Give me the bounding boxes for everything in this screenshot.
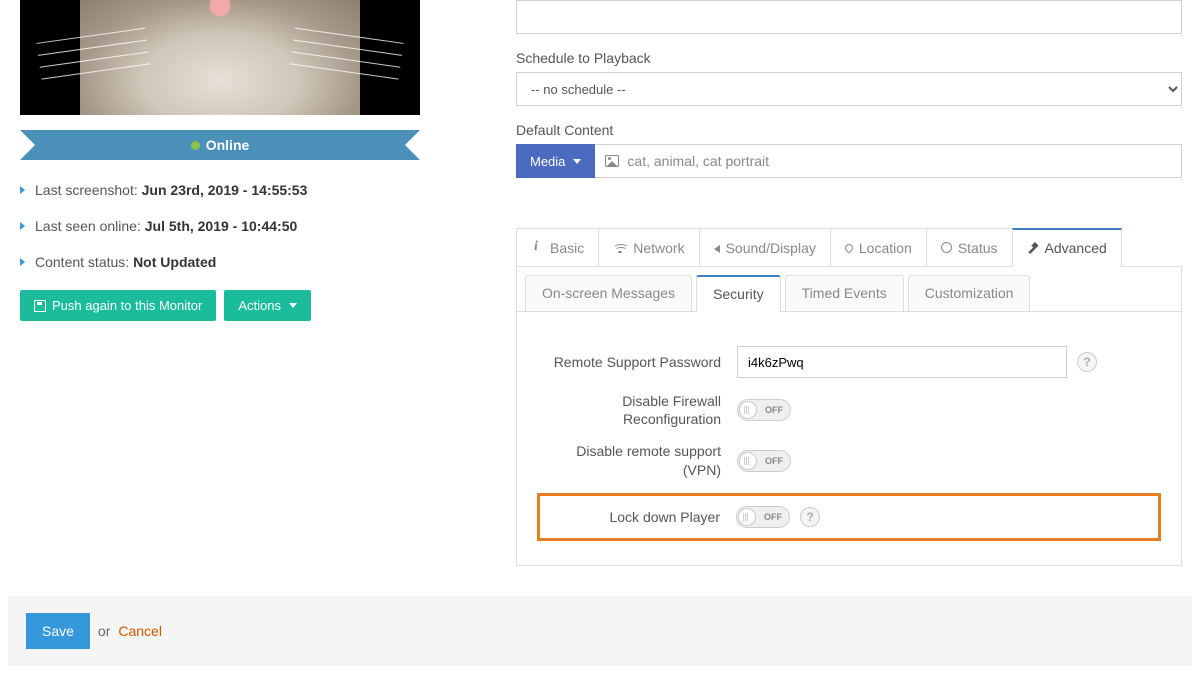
- schedule-label: Schedule to Playback: [516, 50, 1182, 66]
- button-label: Push again to this Monitor: [52, 298, 202, 313]
- or-text: or: [98, 623, 110, 639]
- tab-label: Basic: [550, 240, 584, 256]
- tabs-secondary: On-screen Messages Security Timed Events…: [516, 267, 1182, 311]
- disable-firewall-label: Disable Firewall Reconfiguration: [537, 392, 737, 428]
- wrench-icon: [1027, 242, 1039, 254]
- save-icon: [34, 300, 46, 312]
- meta-value: Jul 5th, 2019 - 10:44:50: [145, 218, 298, 234]
- online-dot-icon: [191, 141, 200, 150]
- tabs-primary: Basic Network Sound/Display Location Sta…: [516, 228, 1182, 267]
- chevron-down-icon: [573, 159, 581, 164]
- meta-value: Not Updated: [133, 254, 216, 270]
- toggle-text: OFF: [765, 405, 783, 415]
- monitor-screenshot[interactable]: [20, 0, 420, 115]
- tab-sound-display[interactable]: Sound/Display: [699, 228, 831, 266]
- media-dropdown-button[interactable]: Media: [516, 144, 595, 178]
- wifi-icon: [613, 243, 627, 253]
- tab-status[interactable]: Status: [926, 228, 1013, 266]
- default-content-label: Default Content: [516, 122, 1182, 138]
- tab-label: Timed Events: [802, 285, 887, 301]
- toggle-text: OFF: [764, 512, 782, 522]
- status-circle-icon: [941, 242, 952, 253]
- button-label: Save: [42, 623, 74, 639]
- save-button[interactable]: Save: [26, 613, 90, 649]
- meta-content-status[interactable]: Content status: Not Updated: [20, 244, 420, 280]
- top-input[interactable]: [516, 0, 1182, 34]
- media-text: cat, animal, cat portrait: [627, 153, 769, 169]
- subtab-security[interactable]: Security: [696, 275, 781, 311]
- cancel-link[interactable]: Cancel: [118, 623, 162, 639]
- default-content-value[interactable]: cat, animal, cat portrait: [595, 144, 1182, 178]
- tab-advanced[interactable]: Advanced: [1012, 228, 1122, 266]
- meta-last-screenshot[interactable]: Last screenshot: Jun 23rd, 2019 - 14:55:…: [20, 172, 420, 208]
- schedule-select[interactable]: -- no schedule --: [516, 72, 1182, 106]
- subtab-timed-events[interactable]: Timed Events: [785, 275, 904, 311]
- tab-network[interactable]: Network: [598, 228, 699, 266]
- meta-label: Last screenshot:: [35, 182, 138, 198]
- status-text: Online: [206, 137, 250, 153]
- link-label: Cancel: [118, 623, 162, 639]
- status-ribbon: Online: [20, 130, 420, 160]
- remote-support-password-label: Remote Support Password: [537, 353, 737, 371]
- help-icon[interactable]: ?: [1077, 352, 1097, 372]
- meta-value: Jun 23rd, 2019 - 14:55:53: [142, 182, 308, 198]
- tab-location[interactable]: Location: [830, 228, 927, 266]
- lockdown-toggle[interactable]: OFF: [736, 506, 790, 528]
- button-label: Media: [530, 154, 565, 169]
- tab-label: On-screen Messages: [542, 285, 675, 301]
- caret-right-icon: [20, 222, 25, 230]
- lockdown-label: Lock down Player: [540, 508, 736, 526]
- map-pin-icon: [843, 242, 854, 253]
- tab-label: Sound/Display: [726, 240, 816, 256]
- security-panel: Remote Support Password ? Disable Firewa…: [516, 311, 1182, 566]
- meta-last-seen[interactable]: Last seen online: Jul 5th, 2019 - 10:44:…: [20, 208, 420, 244]
- button-label: Actions: [238, 298, 281, 313]
- tab-basic[interactable]: Basic: [516, 228, 599, 266]
- meta-label: Content status:: [35, 254, 129, 270]
- tab-label: Status: [958, 240, 998, 256]
- meta-label: Last seen online:: [35, 218, 141, 234]
- push-again-button[interactable]: Push again to this Monitor: [20, 290, 216, 321]
- actions-dropdown-button[interactable]: Actions: [224, 290, 311, 321]
- tab-label: Customization: [925, 285, 1014, 301]
- caret-right-icon: [20, 258, 25, 266]
- toggle-text: OFF: [765, 456, 783, 466]
- disable-vpn-toggle[interactable]: OFF: [737, 450, 791, 472]
- tab-label: Advanced: [1045, 240, 1107, 256]
- info-icon: [531, 241, 544, 254]
- footer-bar: Save or Cancel: [8, 596, 1192, 666]
- image-icon: [605, 155, 619, 167]
- subtab-customization[interactable]: Customization: [908, 275, 1031, 311]
- disable-firewall-toggle[interactable]: OFF: [737, 399, 791, 421]
- disable-vpn-label: Disable remote support (VPN): [537, 442, 737, 478]
- tab-label: Network: [633, 240, 684, 256]
- volume-icon: [714, 245, 720, 253]
- screenshot-image: [80, 0, 360, 115]
- tab-label: Location: [859, 240, 912, 256]
- remote-support-password-input[interactable]: [737, 346, 1067, 378]
- subtab-onscreen-messages[interactable]: On-screen Messages: [525, 275, 692, 311]
- caret-right-icon: [20, 186, 25, 194]
- help-icon[interactable]: ?: [800, 507, 820, 527]
- tab-label: Security: [713, 286, 764, 302]
- lockdown-highlight: Lock down Player OFF ?: [537, 493, 1161, 541]
- chevron-down-icon: [289, 303, 297, 308]
